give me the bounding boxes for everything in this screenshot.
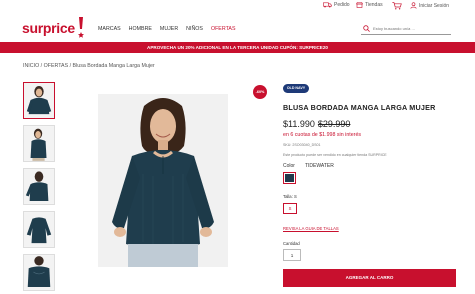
search-icon[interactable] — [363, 25, 370, 32]
quantity-input[interactable]: 1 — [283, 249, 301, 261]
main-product-image[interactable] — [98, 94, 228, 267]
utility-bar: Pedido Tiendas Iniciar Sesión — [0, 0, 475, 12]
truck-icon — [323, 2, 332, 8]
add-to-cart-button[interactable]: AGREGAR AL CARRO — [283, 269, 456, 287]
pedido-link[interactable]: Pedido — [323, 2, 350, 8]
nav-ofertas[interactable]: OFERTAS — [211, 26, 236, 32]
size-label: Talla: S — [283, 194, 297, 199]
product-thumb-flat-image — [24, 212, 54, 247]
brand-logo[interactable]: OLD NAVY — [283, 84, 309, 93]
logo-exclamation-icon — [78, 17, 84, 38]
nav-hombre[interactable]: HOMBRE — [129, 26, 152, 32]
site-header: surprice MARCAS HOMBRE MUJER NIÑOS OFERT… — [0, 12, 475, 42]
tiendas-link[interactable]: Tiendas — [356, 2, 383, 8]
tiendas-label: Tiendas — [365, 2, 383, 8]
size-guide-link[interactable]: REVISA LA GUIA DE TALLAS — [283, 226, 339, 231]
product-title: BLUSA BORDADA MANGA LARGA MUJER — [283, 103, 436, 112]
thumbnail-gallery — [23, 82, 55, 294]
discount-badge: -60% — [253, 85, 267, 99]
breadcrumb[interactable]: INICIO / OFERTAS / Blusa Bordada Manga L… — [23, 63, 155, 69]
size-option-s[interactable]: S — [283, 203, 297, 214]
blouse-model-image — [98, 94, 228, 267]
product-thumb-detail-image — [24, 255, 54, 290]
thumbnail-2[interactable] — [23, 125, 55, 162]
current-price: $11.990 — [283, 119, 315, 129]
original-price: $29.990 — [317, 119, 351, 129]
user-icon — [410, 2, 417, 9]
main-nav: MARCAS HOMBRE MUJER NIÑOS OFERTAS — [98, 26, 235, 32]
installments-text: en 6 cuotas de $1.998 sin interés — [283, 132, 362, 138]
search-input[interactable] — [373, 24, 449, 33]
cart-link[interactable] — [392, 2, 402, 10]
color-row: Color TIDEWATER — [283, 163, 334, 169]
store-icon — [356, 2, 363, 8]
product-thumb-back-image — [24, 169, 54, 204]
search-box[interactable] — [361, 22, 451, 35]
thumbnail-3[interactable] — [23, 168, 55, 205]
color-swatch-tidewater[interactable] — [283, 172, 296, 184]
cart-icon — [392, 2, 402, 10]
nav-ninos[interactable]: NIÑOS — [186, 26, 203, 32]
quantity-label: Cantidad — [283, 241, 300, 246]
thumbnail-5[interactable] — [23, 254, 55, 291]
color-label: Color — [283, 163, 295, 169]
nav-marcas[interactable]: MARCAS — [98, 26, 121, 32]
product-thumb-side-image — [24, 126, 54, 161]
pedido-label: Pedido — [334, 2, 350, 8]
promo-banner[interactable]: APROVECHA UN 20% ADICIONAL EN LA TERCERA… — [0, 42, 475, 53]
sku-text: SKU: 2SO03040_DS01 — [283, 143, 321, 147]
price-block: $11.990 $29.990 — [283, 119, 350, 129]
login-label: Iniciar Sesión — [419, 2, 450, 9]
nav-mujer[interactable]: MUJER — [160, 26, 178, 32]
availability-note: Este producto puede ser vendido en cualq… — [283, 153, 387, 157]
color-value: TIDEWATER — [304, 163, 334, 169]
thumbnail-1[interactable] — [23, 82, 55, 119]
thumbnail-4[interactable] — [23, 211, 55, 248]
login-link[interactable]: Iniciar Sesión — [410, 2, 449, 9]
surprice-logo[interactable]: surprice — [22, 20, 75, 36]
swatch-fill — [285, 174, 294, 182]
product-thumb-front-image — [24, 83, 54, 118]
